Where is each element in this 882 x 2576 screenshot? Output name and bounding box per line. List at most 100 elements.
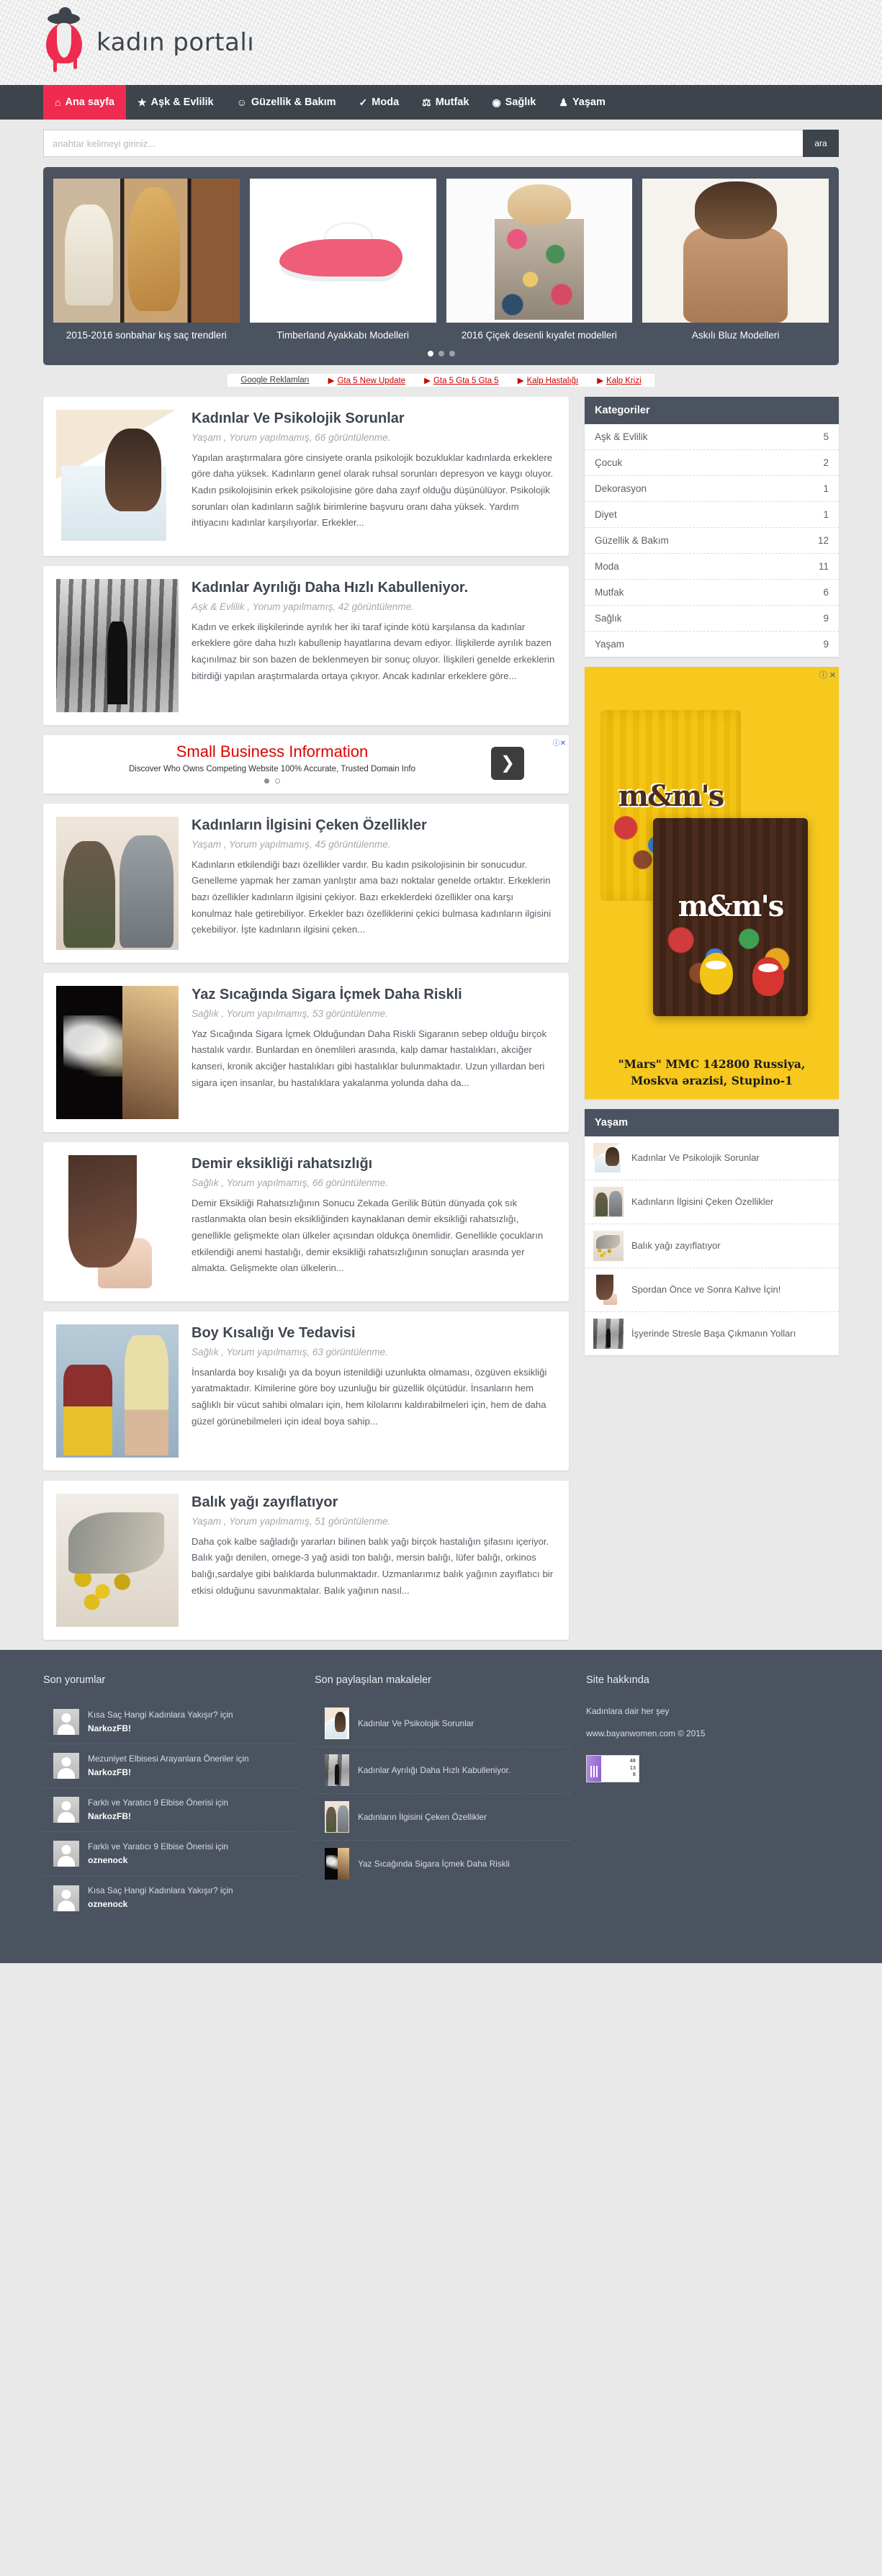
inline-ad-dot-0[interactable] xyxy=(264,778,269,784)
category-count: 9 xyxy=(823,639,829,650)
category-row[interactable]: Yaşam 9 xyxy=(585,632,839,657)
category-row[interactable]: Güzellik & Bakım 12 xyxy=(585,528,839,555)
footer-about-text-1: Kadınlara dair her şey xyxy=(586,1706,670,1717)
post-meta: Aşk & Evlilik , Yorum yapılmamış, 42 gör… xyxy=(192,601,414,612)
footer-comment-item[interactable]: Kısa Saç Hangi Kadınlara Yakışır? için oz… xyxy=(43,1876,299,1919)
footer-about-title: Site hakkında xyxy=(586,1674,649,1687)
ad-keyword-link-2[interactable]: Kalp Hastalığı xyxy=(518,375,579,385)
category-row[interactable]: Aşk & Evlilik 5 xyxy=(585,424,839,451)
inline-ad-subtext: Discover Who Owns Competing Website 100%… xyxy=(129,765,415,774)
slider-slide[interactable]: Timberland Ayakkabı Modelleri xyxy=(249,179,436,342)
post-title[interactable]: Demir eksikliği rahatsızlığı xyxy=(192,1155,556,1172)
footer-article-item[interactable]: Kadınlar Ve Psikolojik Sorunlar xyxy=(315,1700,570,1748)
sidebar-post-item[interactable]: Kadınlar Ve Psikolojik Sorunlar xyxy=(585,1136,839,1181)
slide-artwork xyxy=(53,179,240,323)
slider-slide[interactable]: Askılı Bluz Modelleri xyxy=(642,179,829,342)
ad-info-icon[interactable]: ⓘ xyxy=(819,671,827,680)
slider-slide[interactable]: 2016 Çiçek desenli kıyafet modelleri xyxy=(446,179,633,342)
post-thumbnail-art xyxy=(56,1155,179,1289)
post-card[interactable]: Kadınların İlgisini Çeken Özellikler Yaşa… xyxy=(43,804,569,964)
category-row[interactable]: Moda 11 xyxy=(585,554,839,580)
footer-article-item[interactable]: Yaz Sıcağında Sigara İçmek Daha Riskli xyxy=(315,1841,570,1887)
ad-close-icon[interactable]: ⓘ ✕ xyxy=(819,669,836,681)
dress-shape xyxy=(46,23,82,63)
search-input[interactable] xyxy=(43,130,803,157)
post-thumbnail[interactable] xyxy=(56,1494,179,1628)
post-card[interactable]: Yaz Sıcağında Sigara İçmek Daha Riskli Sa… xyxy=(43,973,569,1133)
footer-comments-column: Son yorumlar Kısa Saç Hangi Kadınlara Ya… xyxy=(43,1674,299,1919)
site-logo[interactable]: kadın portalı xyxy=(43,10,254,75)
inline-ad-info-icon[interactable]: ⓘ xyxy=(553,740,560,748)
nav-item-0[interactable]: ⌂ Ana sayfa xyxy=(43,85,126,120)
category-row[interactable]: Diyet 1 xyxy=(585,502,839,529)
post-card[interactable]: Demir eksikliği rahatsızlığı Sağlık , Yor… xyxy=(43,1142,569,1302)
search-button[interactable]: ara xyxy=(803,130,839,157)
inline-ad-close-icon[interactable]: ✕ xyxy=(560,740,566,748)
footer-comment-user: NarkozFB! xyxy=(88,1723,132,1734)
footer-article-thumbnail xyxy=(325,1848,349,1880)
footer-article-item[interactable]: Kadınların İlgisini Çeken Özellikler xyxy=(315,1794,570,1841)
category-row[interactable]: Mutfak 6 xyxy=(585,580,839,606)
post-card[interactable]: Balık yağı zayıflatıyor Yaşam , Yorum yap… xyxy=(43,1481,569,1641)
sidebar-post-item[interactable]: İşyerinde Stresle Başa Çıkmanın Yolları xyxy=(585,1312,839,1355)
post-thumbnail[interactable] xyxy=(56,1324,179,1458)
category-label: Aşk & Evlilik xyxy=(595,431,648,443)
nav-item-3[interactable]: ✓ Moda xyxy=(348,85,411,120)
inline-ad-controls[interactable]: ⓘ✕ xyxy=(553,737,566,748)
ad-keyword-link-0[interactable]: Gta 5 New Update xyxy=(328,375,405,385)
footer-comment-item[interactable]: Kısa Saç Hangi Kadınlara Yakışır? için Na… xyxy=(43,1700,299,1745)
dress-icon: ♟ xyxy=(559,97,568,108)
ad-keyword-link-1[interactable]: Gta 5 Gta 5 Gta 5 xyxy=(424,375,499,385)
post-thumbnail[interactable] xyxy=(56,817,179,951)
post-thumbnail-art xyxy=(56,1324,179,1458)
footer-comment-item[interactable]: Mezuniyet Elbisesi Arayanlara Öneriler i… xyxy=(43,1744,299,1789)
post-title[interactable]: Kadınlar Ve Psikolojik Sorunlar xyxy=(192,410,556,427)
slider-dot-1[interactable] xyxy=(438,351,444,357)
footer-article-item[interactable]: Kadınlar Ayrılığı Daha Hızlı Kabulleniyo… xyxy=(315,1747,570,1795)
sidebar-post-item[interactable]: Spordan Önce ve Sonra Kahve İçin! xyxy=(585,1268,839,1313)
post-card[interactable]: Boy Kısalığı Ve Tedavisi Sağlık , Yorum y… xyxy=(43,1311,569,1471)
google-ads-label[interactable]: Google Reklamları xyxy=(240,376,309,385)
sidebar-post-item[interactable]: Balık yağı zayıflatıyor xyxy=(585,1224,839,1269)
nav-item-1[interactable]: ★ Aşk & Evlilik xyxy=(126,85,225,120)
nav-item-6[interactable]: ♟ Yaşam xyxy=(547,85,617,120)
sidebar-post-item[interactable]: Kadınların İlgisini Çeken Özellikler xyxy=(585,1180,839,1225)
category-row[interactable]: Sağlık 9 xyxy=(585,606,839,632)
footer-articles-title: Son paylaşılan makaleler xyxy=(315,1674,432,1687)
post-title[interactable]: Boy Kısalığı Ve Tedavisi xyxy=(192,1324,556,1342)
inline-banner-ad[interactable]: ⓘ✕ Small Business Information Discover Who… xyxy=(43,735,569,794)
home-icon: ⌂ xyxy=(55,97,61,108)
logo-text: kadın portalı xyxy=(96,28,255,57)
category-row[interactable]: Çocuk 2 xyxy=(585,450,839,477)
post-title[interactable]: Yaz Sıcağında Sigara İçmek Daha Riskli xyxy=(192,986,556,1003)
slider-dot-0[interactable] xyxy=(427,351,433,357)
post-title[interactable]: Kadınlar Ayrılığı Daha Hızlı Kabulleniyo… xyxy=(192,579,556,596)
post-excerpt: Demir Eksikliği Rahatsızlığının Sonucu Z… xyxy=(192,1197,544,1274)
nav-item-label: Güzellik & Bakım xyxy=(251,97,336,108)
post-thumbnail[interactable] xyxy=(56,410,179,544)
category-label: Güzellik & Bakım xyxy=(595,535,669,547)
category-row[interactable]: Dekorasyon 1 xyxy=(585,476,839,503)
post-card[interactable]: Kadınlar Ayrılığı Daha Hızlı Kabulleniyo… xyxy=(43,566,569,726)
inline-ad-next-button[interactable]: ❯ xyxy=(491,746,524,780)
post-title[interactable]: Balık yağı zayıflatıyor xyxy=(192,1494,556,1511)
slider-slide[interactable]: 2015-2016 sonbahar kış saç trendleri xyxy=(53,179,240,342)
nav-item-4[interactable]: ⚖ Mutfak xyxy=(410,85,480,120)
post-thumbnail[interactable] xyxy=(56,579,179,713)
post-title[interactable]: Kadınların İlgisini Çeken Özellikler xyxy=(192,817,556,834)
slider-dot-2[interactable] xyxy=(449,351,455,357)
nav-item-2[interactable]: ☺ Güzellik & Bakım xyxy=(225,85,348,120)
sidebar-post-title: Spordan Önce ve Sonra Kahve İçin! xyxy=(631,1283,781,1295)
footer-comment-item[interactable]: Farklı ve Yaratıcı 9 Elbise Önerisi için… xyxy=(43,1832,299,1877)
post-thumbnail[interactable] xyxy=(56,986,179,1120)
sidebar-post-title: Kadınlar Ve Psikolojik Sorunlar xyxy=(631,1152,760,1163)
inline-ad-dot-1[interactable] xyxy=(275,778,280,784)
footer-comment-item[interactable]: Farklı ve Yaratıcı 9 Elbise Önerisi için… xyxy=(43,1788,299,1833)
sidebar-banner-ad[interactable]: ⓘ ✕ m&m's m&m's "Mars" MMC 142800 Russiy… xyxy=(585,667,839,1100)
post-thumbnail[interactable] xyxy=(56,1155,179,1289)
ad-keyword-link-3[interactable]: Kalp Krizi xyxy=(597,375,642,385)
nav-item-5[interactable]: ◉ Sağlık xyxy=(480,85,547,120)
post-card[interactable]: Kadınlar Ve Psikolojik Sorunlar Yaşam , Y… xyxy=(43,397,569,557)
ad-dismiss-icon[interactable]: ✕ xyxy=(829,671,836,680)
page-root: kadın portalı ⌂ Ana sayfa ★ Aşk & Evlilik ☺ G… xyxy=(0,0,882,1963)
